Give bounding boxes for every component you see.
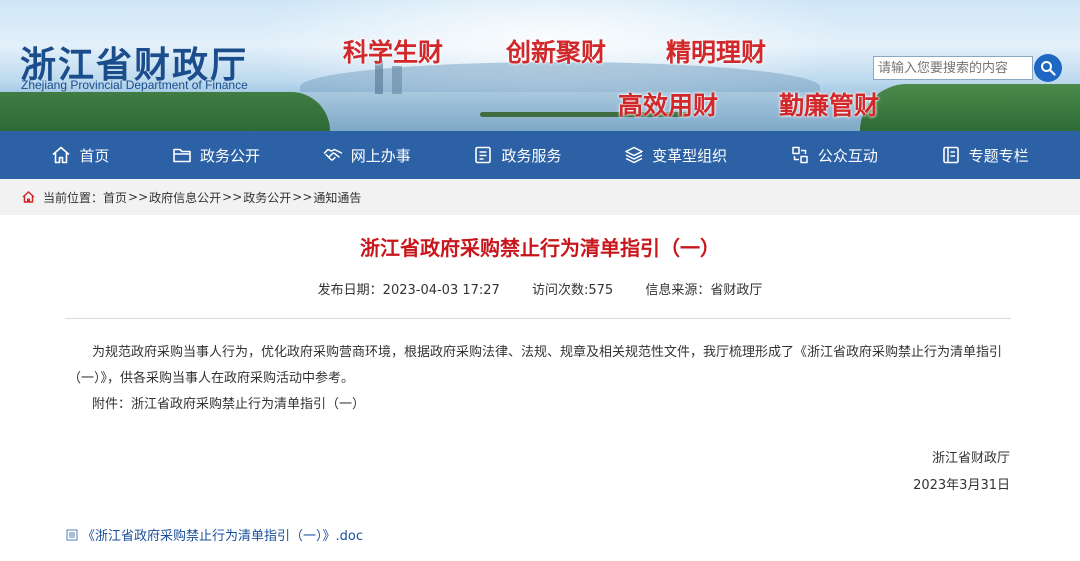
divider: [65, 318, 1011, 319]
breadcrumb-link-notices[interactable]: 通知通告: [313, 189, 361, 206]
slogan-4: 高效用财: [618, 91, 719, 120]
breadcrumb-separator: >>: [222, 190, 243, 204]
interaction-icon: [792, 146, 808, 164]
doc-file-icon: [66, 529, 78, 540]
banner-trees-left: [0, 92, 330, 131]
publish-date: 发布日期：2023-04-03 17:27: [317, 283, 500, 298]
breadcrumb-separator: >>: [292, 190, 313, 204]
nav-label: 政务服务: [501, 146, 562, 165]
breadcrumb-prefix: 当前位置：: [43, 190, 104, 205]
article-title: 浙江省政府采购禁止行为清单指引（一）: [360, 236, 720, 260]
attachment-download-link[interactable]: 《浙江省政府采购禁止行为清单指引（一）》.doc: [66, 525, 363, 544]
nav-item-public-interaction[interactable]: 公众互动: [790, 145, 878, 166]
search-icon: [1041, 61, 1056, 76]
breadcrumb-separator: >>: [128, 190, 149, 204]
nav-label: 首页: [79, 146, 110, 165]
site-logo-english[interactable]: Zhejiang Provincial Department of Financ…: [21, 78, 248, 92]
nav-label: 政务公开: [200, 146, 261, 165]
slogan-3: 精明理财: [666, 38, 767, 67]
folder-icon: [173, 148, 191, 163]
slogan-1: 科学生财: [343, 38, 444, 67]
nav-item-online-services[interactable]: 网上办事: [323, 145, 411, 166]
info-source: 信息来源：省财政厅: [645, 283, 763, 298]
slogan-2: 创新聚财: [506, 38, 607, 67]
banner-building: [392, 66, 402, 94]
nav-item-government-affairs[interactable]: 政务公开: [172, 145, 260, 166]
nav-label: 网上办事: [350, 146, 411, 165]
signature-date: 2023年3月31日: [913, 478, 1010, 493]
article-paragraph: 为规范政府采购当事人行为，优化政府采购营商环境，根据政府采购法律、法规、规章及相…: [68, 345, 1003, 386]
banner-trees-right: [860, 84, 1080, 131]
attachment-filename: 《浙江省政府采购禁止行为清单指引（一）》.doc: [82, 529, 363, 544]
breadcrumb-link-gov-affairs[interactable]: 政务公开: [243, 189, 291, 206]
nav-label: 专题专栏: [968, 146, 1029, 165]
handshake-icon: [323, 148, 342, 161]
visit-count: 访问次数:575: [531, 283, 614, 298]
search-button[interactable]: [1034, 54, 1062, 82]
breadcrumb-link-info-disclosure[interactable]: 政府信息公开: [149, 189, 221, 206]
column-icon: [942, 146, 959, 164]
article-body: 为规范政府采购当事人行为，优化政府采购营商环境，根据政府采购法律、法规、规章及相…: [68, 340, 1012, 418]
nav-item-transformative-org[interactable]: 变革型组织: [624, 145, 727, 166]
home-icon: [52, 146, 70, 164]
location-home-icon: [22, 191, 35, 203]
breadcrumb: 当前位置： 首页 >> 政府信息公开 >> 政务公开 >> 通知通告: [0, 179, 1080, 215]
main-nav: 首页 政务公开 网上办事 政务服务 变革型组织 公众互动 专题专栏: [0, 131, 1080, 179]
nav-item-special-topics[interactable]: 专题专栏: [941, 145, 1029, 166]
article-meta: 发布日期：2023-04-03 17:27 访问次数:575 信息来源：省财政厅: [0, 279, 1080, 298]
slogan-5: 勤廉管财: [779, 91, 880, 120]
nav-item-home[interactable]: 首页: [51, 145, 109, 166]
signature-org: 浙江省财政厅: [931, 451, 1010, 466]
breadcrumb-link-home[interactable]: 首页: [103, 189, 127, 206]
nav-label: 公众互动: [817, 146, 878, 165]
header-banner: 浙江省财政厅 Zhejiang Provincial Department of…: [0, 0, 1080, 131]
document-icon: [475, 146, 492, 164]
nav-label: 变革型组织: [652, 146, 728, 165]
search-input[interactable]: [873, 56, 1033, 80]
nav-item-gov-services[interactable]: 政务服务: [473, 145, 561, 166]
layers-icon: [625, 146, 643, 164]
attachment-note: 附件：浙江省政府采购禁止行为清单指引（一）: [92, 397, 366, 412]
